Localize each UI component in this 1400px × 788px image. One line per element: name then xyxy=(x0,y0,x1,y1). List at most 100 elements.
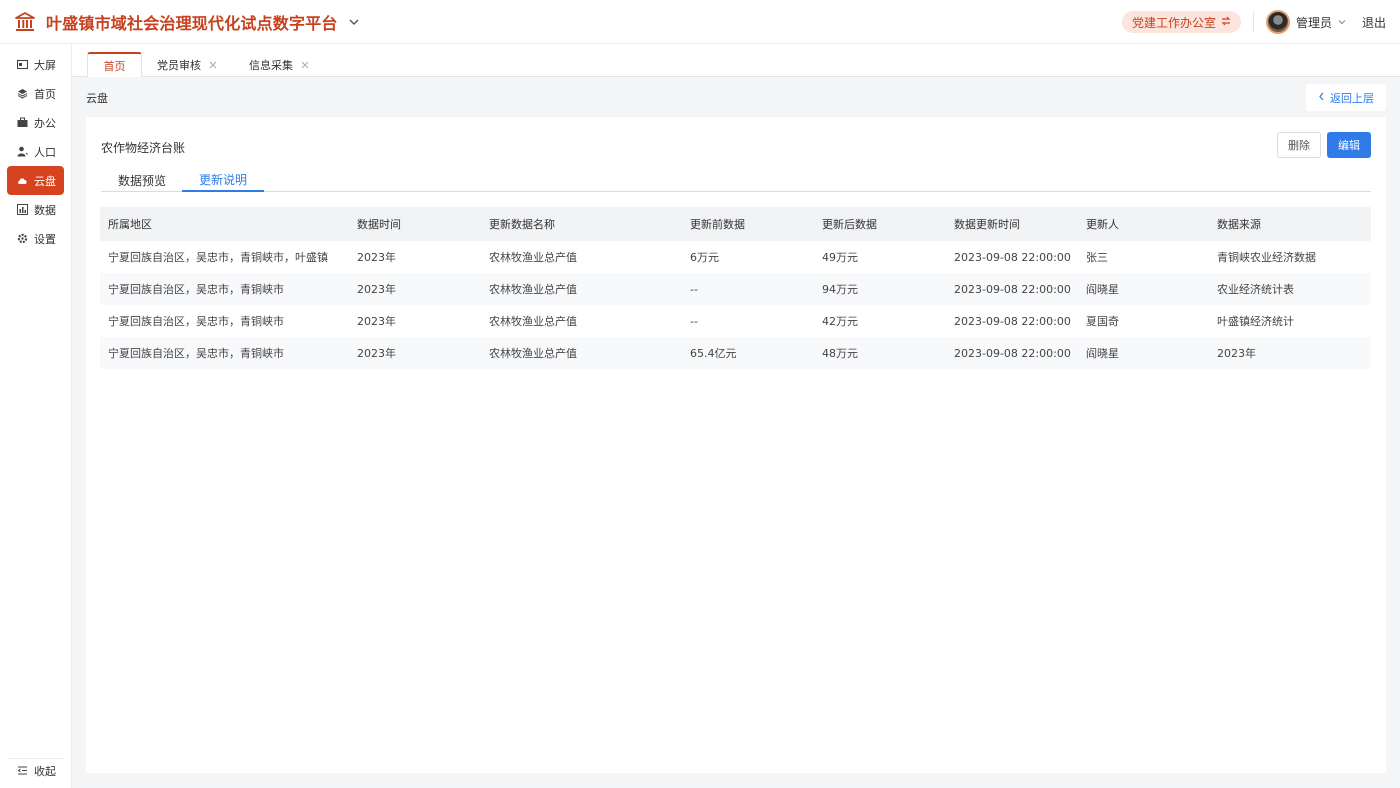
collapse-label: 收起 xyxy=(34,764,56,778)
table-cell: 宁夏回族自治区，吴忠市，青铜峡市 xyxy=(100,337,349,369)
table-cell: 49万元 xyxy=(822,251,858,264)
table-cell: -- xyxy=(682,273,814,305)
table-header-row: 所属地区 数据时间 更新数据名称 更新前数据 更新后数据 数据更新时间 更新人 … xyxy=(100,207,1371,241)
cloud-icon xyxy=(17,175,28,186)
table-cell: 2023-09-08 22:00:00 xyxy=(954,250,1071,264)
table-cell: 6万元 xyxy=(690,251,719,264)
tab-label: 党员审核 xyxy=(157,58,201,72)
sidebar-item-settings[interactable]: 设置 xyxy=(7,224,64,253)
sidebar-item-label: 首页 xyxy=(34,87,56,101)
page-title: 农作物经济台账 xyxy=(101,141,186,155)
content-tabs: 数据预览 更新说明 xyxy=(101,169,1371,192)
close-icon[interactable] xyxy=(301,61,309,69)
layers-icon xyxy=(17,88,28,99)
sidebar-item-label: 大屏 xyxy=(34,58,56,72)
table-cell: 宁夏回族自治区，吴忠市，青铜峡市，叶盛镇 xyxy=(108,251,328,264)
table-cell: 65.4亿元 xyxy=(682,337,814,369)
header-actions: 党建工作办公室 管理员 退出 xyxy=(1121,0,1386,44)
table-cell: 农林牧渔业总产值 xyxy=(481,337,682,369)
table-cell: 94万元 xyxy=(814,273,946,305)
table-cell: 农林牧渔业总产值 xyxy=(489,315,577,328)
delete-button[interactable]: 删除 xyxy=(1277,132,1321,158)
collapse-menu-icon xyxy=(17,765,28,776)
table-cell: 2023年 xyxy=(349,273,481,305)
avatar[interactable] xyxy=(1265,10,1290,34)
person-icon xyxy=(17,146,28,157)
tab-data-preview[interactable]: 数据预览 xyxy=(101,169,183,192)
table-cell: 阎晓星 xyxy=(1078,337,1209,369)
sidebar-item-label: 设置 xyxy=(34,232,56,246)
table-row: 宁夏回族自治区，吴忠市，青铜峡市 2023年 农林牧渔业总产值 65.4亿元 4… xyxy=(100,337,1371,369)
table-row: 宁夏回族自治区，吴忠市，青铜峡市，叶盛镇 2023年 农林牧渔业总产值 6万元 … xyxy=(100,241,1371,273)
sidebar-item-home[interactable]: 首页 xyxy=(7,79,64,108)
office-label: 党建工作办公室 xyxy=(1131,15,1216,30)
table-row: 宁夏回族自治区，吴忠市，青铜峡市 2023年 农林牧渔业总产值 -- 42万元 … xyxy=(100,305,1371,337)
table-cell: 阎晓星 xyxy=(1078,273,1209,305)
table-cell: 农林牧渔业总产值 xyxy=(481,273,682,305)
column-header: 数据更新时间 xyxy=(946,207,1078,241)
sidebar-collapse-button[interactable]: 收起 xyxy=(7,758,64,782)
app-title: 叶盛镇市域社会治理现代化试点数字平台 xyxy=(46,13,338,33)
header-divider xyxy=(1252,11,1254,33)
sidebar-item-label: 人口 xyxy=(34,145,56,159)
chevron-down-icon[interactable] xyxy=(348,15,362,29)
sidebar-item-data[interactable]: 数据 xyxy=(7,195,64,224)
table-cell: 42万元 xyxy=(822,315,858,328)
sidebar-item-population[interactable]: 人口 xyxy=(7,137,64,166)
user-name[interactable]: 管理员 xyxy=(1296,14,1332,31)
table-cell: 张三 xyxy=(1086,251,1108,264)
table-cell: 夏国奇 xyxy=(1086,315,1119,328)
chevron-down-icon[interactable] xyxy=(1338,17,1348,27)
table-cell: 2023年 xyxy=(349,337,481,369)
sidebar-item-screen[interactable]: 大屏 xyxy=(7,50,64,79)
briefcase-icon xyxy=(17,117,28,128)
swap-icon xyxy=(1221,15,1231,29)
column-header: 数据时间 xyxy=(349,207,481,241)
ledger-card: 农作物经济台账 删除 编辑 数据预览 更新说明 所属地区 数据时间 更新数据名称… xyxy=(86,117,1386,773)
close-icon[interactable] xyxy=(209,61,217,69)
table-cell: 2023年 xyxy=(357,251,396,264)
table-cell: 宁夏回族自治区，吴忠市，青铜峡市 xyxy=(100,273,349,305)
tab-home[interactable]: 首页 xyxy=(87,52,142,77)
office-switcher[interactable]: 党建工作办公室 xyxy=(1121,11,1241,33)
table-cell: 宁夏回族自治区，吴忠市，青铜峡市 xyxy=(108,315,284,328)
sidebar-item-cloud[interactable]: 云盘 xyxy=(7,166,64,195)
top-header: 叶盛镇市域社会治理现代化试点数字平台 党建工作办公室 管理员 退出 xyxy=(0,0,1400,44)
column-header: 更新前数据 xyxy=(682,207,814,241)
column-header: 所属地区 xyxy=(100,207,349,241)
tab-info-collection[interactable]: 信息采集 xyxy=(244,52,314,77)
tab-member-review[interactable]: 党员审核 xyxy=(152,52,222,77)
edit-button[interactable]: 编辑 xyxy=(1327,132,1371,158)
tab-update-notes[interactable]: 更新说明 xyxy=(182,169,264,192)
column-header: 更新人 xyxy=(1078,207,1209,241)
chevron-left-icon xyxy=(1318,91,1325,104)
table-cell: 2023-09-08 22:00:00 xyxy=(946,337,1078,369)
sidebar: 大屏 首页 办公 人口 云盘 数据 设置 收起 xyxy=(0,44,72,788)
back-button[interactable]: 返回上层 xyxy=(1306,84,1386,111)
logout-button[interactable]: 退出 xyxy=(1362,14,1386,31)
table-cell: 2023-09-08 22:00:00 xyxy=(946,273,1078,305)
table-row: 宁夏回族自治区，吴忠市，青铜峡市 2023年 农林牧渔业总产值 -- 94万元 … xyxy=(100,273,1371,305)
table-cell: 农业经济统计表 xyxy=(1209,273,1371,305)
table-cell: 青铜峡农业经济数据 xyxy=(1217,251,1316,264)
table-cell: -- xyxy=(690,314,698,328)
table-cell: 农林牧渔业总产值 xyxy=(489,251,577,264)
sidebar-item-office[interactable]: 办公 xyxy=(7,108,64,137)
table-cell: 叶盛镇经济统计 xyxy=(1217,315,1294,328)
sidebar-item-label: 云盘 xyxy=(34,174,56,188)
table-cell: 48万元 xyxy=(814,337,946,369)
tab-label: 首页 xyxy=(103,59,126,73)
table-cell: 2023年 xyxy=(1209,337,1371,369)
column-header: 更新后数据 xyxy=(814,207,946,241)
page-tab-bar: 首页 党员审核 信息采集 xyxy=(72,44,1400,77)
breadcrumb: 云盘 xyxy=(86,92,108,105)
back-label: 返回上层 xyxy=(1330,91,1374,105)
sidebar-item-label: 数据 xyxy=(34,203,56,217)
sidebar-item-label: 办公 xyxy=(34,116,56,130)
update-table: 所属地区 数据时间 更新数据名称 更新前数据 更新后数据 数据更新时间 更新人 … xyxy=(100,207,1371,369)
chart-icon xyxy=(17,204,28,215)
column-header: 数据来源 xyxy=(1209,207,1371,241)
tab-label: 信息采集 xyxy=(249,58,293,72)
table-cell: 2023年 xyxy=(357,315,396,328)
column-header: 更新数据名称 xyxy=(481,207,682,241)
